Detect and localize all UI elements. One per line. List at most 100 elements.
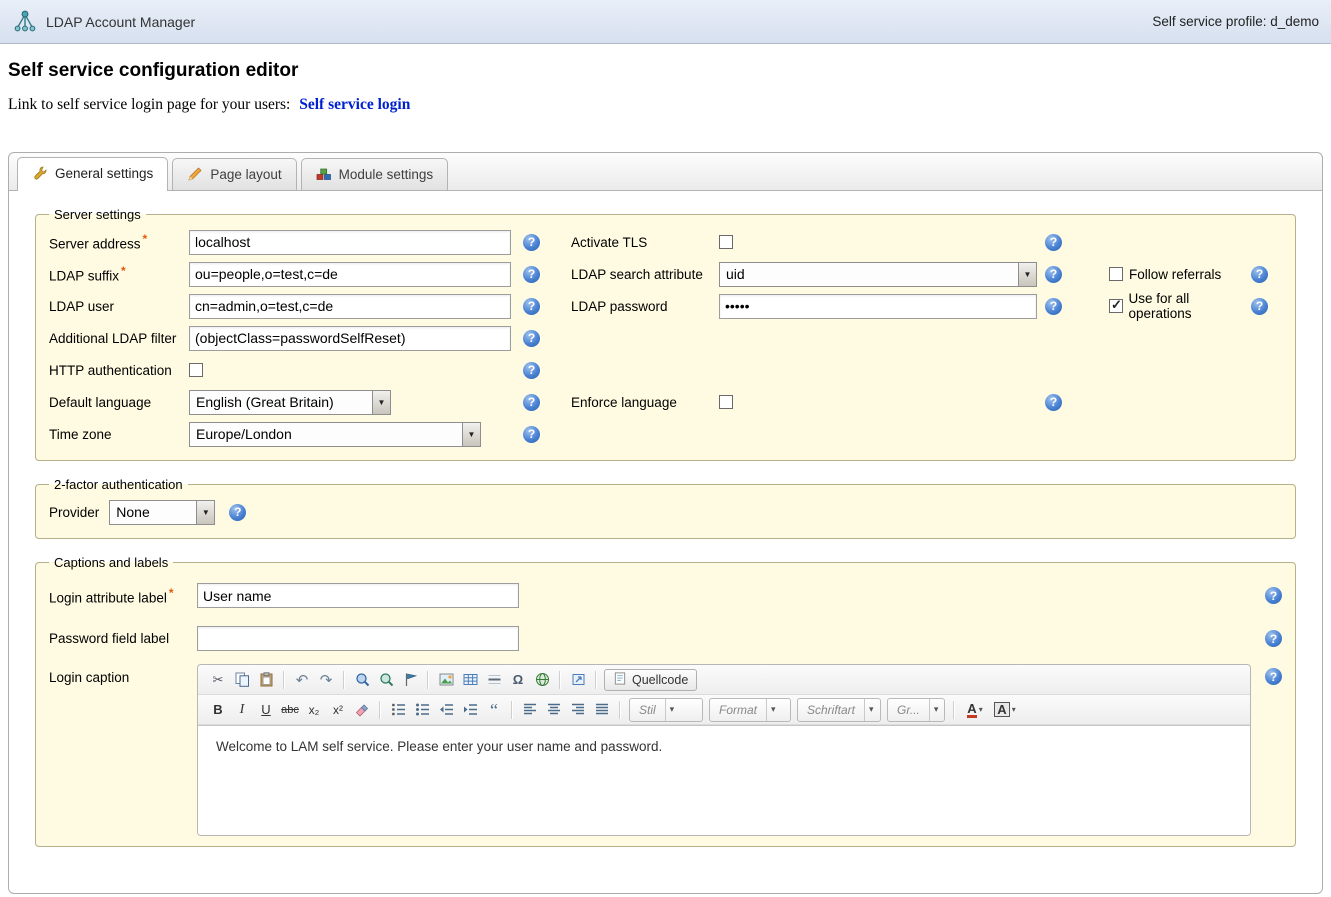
help-icon[interactable]: ? [1265,630,1282,647]
server-address-input[interactable] [189,230,511,255]
redo-icon[interactable]: ↷ [315,669,337,691]
justify-icon[interactable] [591,699,613,721]
source-button[interactable]: Quellcode [604,669,697,691]
self-service-login-link[interactable]: Self service login [299,96,410,113]
ldap-suffix-input[interactable] [189,262,511,287]
align-left-icon[interactable] [519,699,541,721]
text-color-button[interactable]: A ▾ [961,699,989,721]
help-icon[interactable]: ? [523,330,540,347]
globe-icon[interactable] [531,669,553,691]
follow-referrals-label: Follow referrals [1129,267,1221,282]
form-row: Provider None ▼ ? [49,496,1282,528]
login-attribute-input[interactable] [197,583,519,608]
help-icon[interactable]: ? [229,504,246,521]
bullet-list-icon[interactable] [411,699,433,721]
source-button-label: Quellcode [632,673,688,687]
tab-label: Page layout [210,167,281,182]
align-center-icon[interactable] [543,699,565,721]
anchor-flag-icon[interactable] [399,669,421,691]
help-icon[interactable]: ? [1265,668,1282,685]
help-icon[interactable]: ? [523,394,540,411]
find-icon[interactable] [351,669,373,691]
help-icon[interactable]: ? [523,362,540,379]
help-icon[interactable]: ? [1045,394,1062,411]
app-title: LDAP Account Manager [46,14,195,30]
additional-ldap-filter-input[interactable] [189,326,511,351]
use-for-all-operations-checkbox[interactable] [1109,299,1123,313]
italic-button[interactable]: I [231,699,253,721]
follow-referrals-checkbox[interactable] [1109,267,1123,281]
required-marker: * [169,586,174,600]
image-icon[interactable] [435,669,457,691]
form-row: LDAP suffix* ? LDAP search attribute uid… [49,258,1282,290]
help-icon[interactable]: ? [523,426,540,443]
http-authentication-checkbox[interactable] [189,363,203,377]
background-color-button[interactable]: A ▾ [991,699,1019,721]
select-arrow-icon: ▼ [372,391,390,414]
bold-button[interactable]: B [207,699,229,721]
tab-module-settings[interactable]: Module settings [301,158,449,190]
superscript-button[interactable]: x² [327,699,349,721]
maximize-icon[interactable] [567,669,589,691]
default-language-select[interactable]: English (Great Britain) ▼ [189,390,391,415]
password-field-label-input[interactable] [197,626,519,651]
activate-tls-checkbox[interactable] [719,235,733,249]
activate-tls-label: Activate TLS [571,235,719,250]
login-attribute-label: Login attribute label* [49,586,197,606]
special-char-icon[interactable]: Ω [507,669,529,691]
underline-button[interactable]: U [255,699,277,721]
tab-page-layout[interactable]: Page layout [172,158,296,190]
replace-icon[interactable] [375,669,397,691]
time-zone-select[interactable]: Europe/London ▼ [189,422,481,447]
help-icon[interactable]: ? [1251,298,1268,315]
tools-icon [32,165,48,181]
size-combo[interactable]: Gr...▾ [887,698,945,722]
form-row: HTTP authentication ? [49,354,1282,386]
help-icon[interactable]: ? [523,234,540,251]
editor-content-area[interactable]: Welcome to LAM self service. Please ente… [198,725,1250,835]
ldap-password-input[interactable] [719,294,1037,319]
help-icon[interactable]: ? [1045,266,1062,283]
provider-select[interactable]: None ▼ [109,500,215,525]
font-combo[interactable]: Schriftart▾ [797,698,881,722]
login-link-line: Link to self service login page for your… [8,96,1323,114]
enforce-language-checkbox[interactable] [719,395,733,409]
subscript-button[interactable]: x₂ [303,699,325,721]
form-row: Server address* ? Activate TLS ? [49,226,1282,258]
numbered-list-icon[interactable] [387,699,409,721]
settings-tab-container: General settings Page layout Module sett… [8,152,1323,894]
select-arrow-icon: ▼ [1018,263,1036,286]
indent-icon[interactable] [459,699,481,721]
cut-icon[interactable]: ✂ [207,669,229,691]
ldap-user-input[interactable] [189,294,511,319]
ldap-search-attribute-label: LDAP search attribute [571,267,719,282]
help-icon[interactable]: ? [1251,266,1268,283]
horizontal-rule-icon[interactable] [483,669,505,691]
format-combo[interactable]: Format▾ [709,698,791,722]
select-arrow-icon: ▼ [196,501,214,524]
help-icon[interactable]: ? [1265,587,1282,604]
tab-label: General settings [55,166,153,181]
blockquote-icon[interactable]: “ [483,699,505,721]
help-icon[interactable]: ? [523,266,540,283]
outdent-icon[interactable] [435,699,457,721]
remove-format-icon[interactable] [351,699,373,721]
help-icon[interactable]: ? [1045,298,1062,315]
ldap-search-attribute-select[interactable]: uid ▼ [719,262,1037,287]
strikethrough-button[interactable]: abc [279,699,301,721]
copy-icon[interactable] [231,669,253,691]
paste-icon[interactable] [255,669,277,691]
align-right-icon[interactable] [567,699,589,721]
tab-label: Module settings [339,167,434,182]
brand: LDAP Account Manager [12,9,195,35]
table-icon[interactable] [459,669,481,691]
tab-general-settings[interactable]: General settings [17,157,168,191]
chevron-down-icon: ▾ [665,699,679,721]
undo-icon[interactable]: ↶ [291,669,313,691]
default-language-label: Default language [49,395,189,410]
source-doc-icon [613,671,627,689]
use-for-all-operations-label: Use for all operations [1129,291,1251,321]
style-combo[interactable]: Stil▾ [629,698,703,722]
help-icon[interactable]: ? [523,298,540,315]
help-icon[interactable]: ? [1045,234,1062,251]
